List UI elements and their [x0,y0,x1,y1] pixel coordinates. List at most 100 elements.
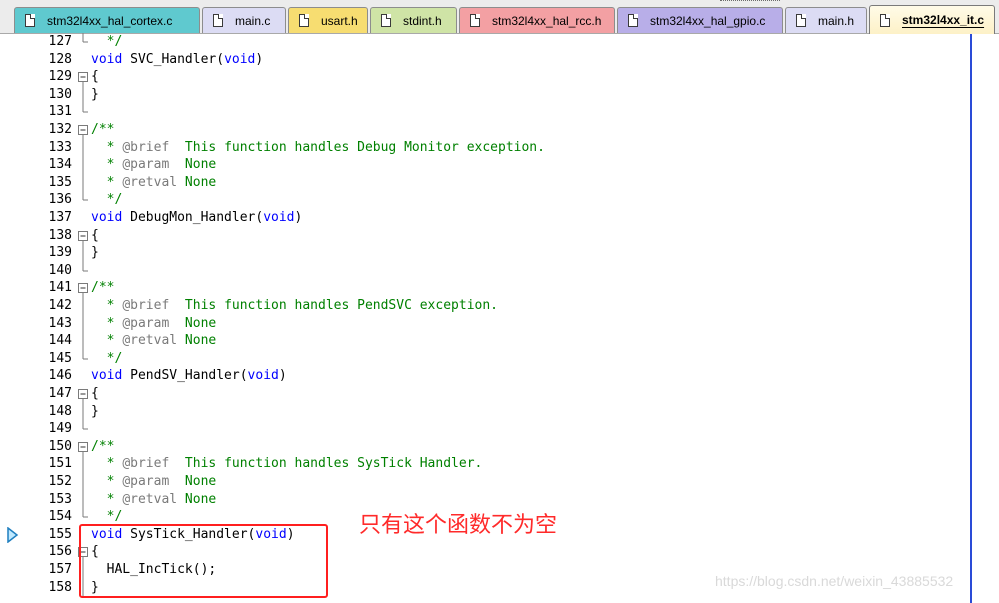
line-number: 158 [48,579,72,595]
code-line[interactable]: 152 * @param None [0,473,999,491]
code-line[interactable]: 133 * @brief This function handles Debug… [0,138,999,157]
code-text: void SVC_Handler(void) [91,51,264,67]
tab-main-c[interactable]: main.c [202,7,286,33]
tab-stdint-h[interactable]: stdint.h [370,7,457,33]
code-text: * @brief This function handles Debug Mon… [91,139,545,155]
tab-label: usart.h [321,13,358,28]
tab-stm32l4xx-hal-gpio-c[interactable]: stm32l4xx_hal_gpio.c [617,7,783,33]
tab-label: stm32l4xx_it.c [902,13,985,27]
tab-label: main.h [818,13,855,28]
code-line[interactable]: 127 */ [0,33,999,51]
line-number: 148 [48,403,72,419]
fold-toggle-icon[interactable] [77,438,89,456]
line-number: 150 [48,438,72,454]
code-text: */ [91,350,123,366]
code-line[interactable]: 142 * @brief This function handles PendS… [0,297,999,315]
code-line[interactable]: 132 /** [0,121,999,139]
line-number: 139 [48,245,72,261]
fold-guide [77,138,89,157]
fold-toggle-icon[interactable] [77,227,89,245]
code-line[interactable]: 146 void PendSV_Handler(void) [0,367,999,385]
fold-guide [77,490,89,509]
code-line[interactable]: 129 { [0,68,999,87]
line-number: 130 [48,86,72,102]
code-line[interactable]: 149 [0,420,999,438]
code-text: { [91,386,99,401]
editor-tab-bar: stm32l4xx_hal_cortex.c main.c usart.h st… [0,0,999,34]
file-icon [213,14,223,27]
code-editor[interactable]: 127 */128 void SVC_Handler(void) 129{130} 1… [0,33,999,603]
code-text: void PendSV_Handler(void) [91,368,287,384]
tab-stm32l4xx-hal-cortex-c[interactable]: stm32l4xx_hal_cortex.c [14,7,200,33]
tab-overflow-indicator [720,0,780,4]
line-number: 156 [48,544,72,560]
line-number: 143 [48,315,72,331]
fold-guide [77,103,89,121]
code-line[interactable]: 138 { [0,227,999,245]
code-text: /** [91,280,115,296]
code-line[interactable]: 141 /** [0,279,999,298]
fold-toggle-icon[interactable] [77,68,89,87]
code-line[interactable]: 137 void DebugMon_Handler(void) [0,209,999,227]
line-number: 138 [48,227,72,243]
file-icon [796,14,806,27]
tab-stm32l4xx-hal-rcc-h[interactable]: stm32l4xx_hal_rcc.h [459,7,615,33]
line-number: 146 [48,368,72,384]
code-text: */ [91,192,123,208]
tab-label: stm32l4xx_hal_cortex.c [47,13,173,28]
code-line[interactable]: 136 */ [0,191,999,209]
code-line[interactable]: 143 * @param None [0,314,999,333]
code-line[interactable]: 145 */ [0,349,999,368]
file-icon [880,13,890,27]
code-line[interactable]: 144 * @retval None [0,332,999,351]
fold-toggle-icon[interactable] [77,121,89,139]
line-number: 140 [48,262,72,278]
code-text: * @param None [91,315,217,331]
code-line[interactable]: 134 * @param None [0,156,999,175]
tab-stm32l4xx-it-c[interactable]: stm32l4xx_it.c [869,5,995,34]
fold-toggle-icon[interactable] [77,279,89,298]
code-line[interactable]: 148} [0,402,999,421]
code-line[interactable]: 151 * @brief This function handles SysTi… [0,455,999,474]
line-number: 128 [48,51,72,67]
fold-guide [77,367,89,385]
code-text: * @retval None [91,333,217,349]
fold-guide [77,33,89,51]
file-icon [299,14,309,27]
code-text: void DebugMon_Handler(void) [91,210,303,225]
code-text: { [91,69,99,85]
line-number: 127 [48,34,72,49]
code-line[interactable]: 139} [0,244,999,263]
code-line[interactable]: 128 void SVC_Handler(void) [0,51,999,69]
tab-usart-h[interactable]: usart.h [288,7,368,33]
file-icon [381,14,391,27]
line-number: 155 [48,526,72,542]
line-number: 153 [48,491,72,507]
code-line[interactable]: 150 /** [0,438,999,456]
fold-toggle-icon[interactable] [77,385,89,403]
code-line[interactable]: 140 [0,261,999,280]
line-number: 137 [48,210,72,225]
code-line[interactable]: 153 * @retval None [0,490,999,509]
code-line[interactable]: 135 * @retval None [0,173,999,192]
code-line[interactable]: 130} [0,85,999,104]
fold-guide [77,209,89,227]
fold-guide [77,173,89,192]
line-number: 149 [48,421,72,437]
code-text: * @brief This function handles SysTick H… [91,456,483,472]
code-line[interactable]: 131 [0,103,999,121]
fold-guide [77,420,89,438]
fold-guide [77,85,89,104]
tab-main-h[interactable]: main.h [785,7,867,33]
code-line[interactable]: 147 { [0,385,999,403]
fold-guide [77,349,89,368]
fold-guide [77,473,89,491]
code-text: * @retval None [91,491,217,507]
fold-guide [77,314,89,333]
code-text: /** [91,438,115,454]
line-number: 151 [48,456,72,472]
code-text: } [91,403,99,419]
line-number: 152 [48,474,72,489]
line-number: 136 [48,192,72,208]
tab-label: main.c [235,13,271,28]
